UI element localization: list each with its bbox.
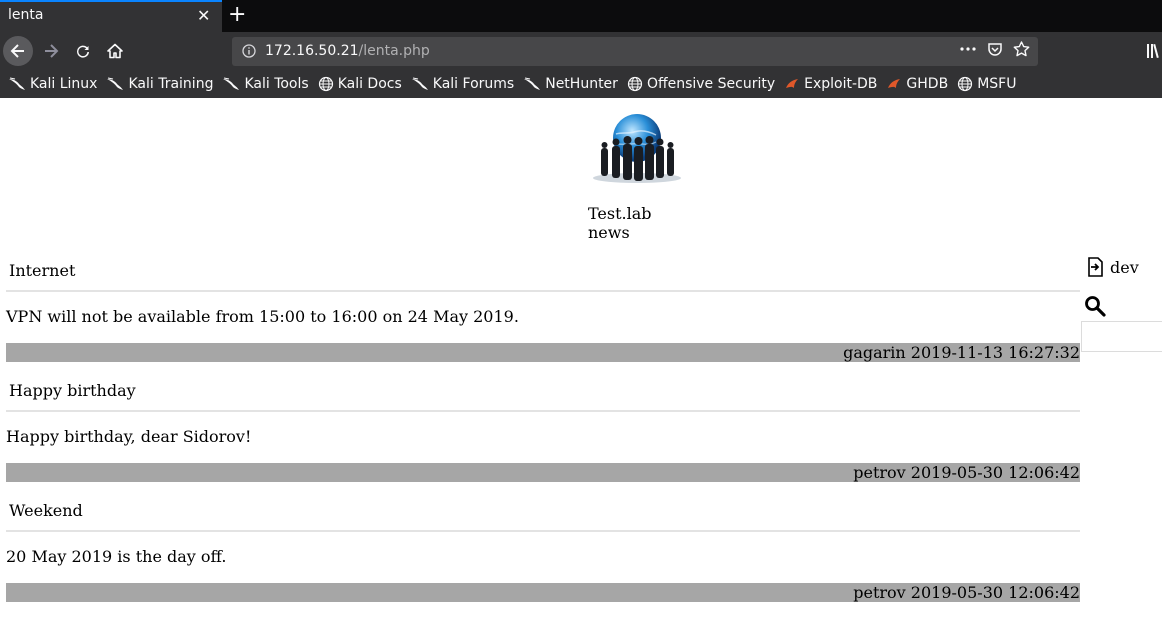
search-input[interactable] [1081, 321, 1162, 352]
kali-dragon-icon [9, 77, 25, 90]
news-item: Internet VPN will not be available from … [6, 258, 1080, 362]
bookmark-label: NetHunter [545, 76, 618, 92]
news-title: Happy birthday [9, 381, 136, 400]
news-item: Weekend 20 May 2019 is the day off. petr… [6, 498, 1080, 602]
bookmark-ghdb[interactable]: GHDB [886, 76, 948, 92]
address-bar[interactable]: 172.16.50.21/lenta.php [232, 37, 1038, 66]
home-icon [107, 43, 123, 59]
news-body: VPN will not be available from 15:00 to … [6, 307, 519, 326]
search-icon[interactable] [1084, 295, 1106, 317]
library-icon[interactable] [1146, 43, 1162, 59]
close-tab-icon[interactable]: ✕ [197, 6, 210, 25]
bookmark-label: Kali Tools [244, 76, 309, 92]
forward-button[interactable] [36, 36, 66, 66]
home-button[interactable] [100, 36, 130, 66]
new-tab-button[interactable]: + [228, 2, 246, 27]
site-logo [588, 108, 687, 184]
arrow-left-icon [10, 44, 24, 58]
reload-button[interactable] [68, 36, 98, 66]
bookmarks-toolbar: Kali Linux Kali Training Kali Tools Kali… [0, 70, 1162, 98]
news-title: Weekend [9, 501, 83, 520]
bookmark-label: MSFU [977, 76, 1017, 92]
bookmark-offensive-security[interactable]: Offensive Security [627, 76, 775, 92]
tab-strip: lenta ✕ + [0, 0, 1162, 32]
login-label: dev [1110, 257, 1139, 277]
kali-dragon-icon [411, 77, 428, 90]
exploitdb-icon [888, 79, 901, 88]
bookmark-label: GHDB [906, 76, 949, 92]
globe-icon [627, 76, 643, 92]
pocket-icon[interactable] [987, 41, 1003, 57]
bookmark-kali-tools[interactable]: Kali Tools [222, 76, 309, 92]
bookmark-label: Exploit-DB [804, 76, 878, 92]
news-divider [6, 530, 1080, 532]
login-link[interactable]: dev [1086, 257, 1139, 277]
kali-dragon-icon [223, 77, 240, 90]
more-actions-icon[interactable] [959, 41, 977, 57]
globe-icon [958, 76, 973, 92]
news-divider [6, 410, 1080, 412]
bookmark-label: Kali Forums [432, 76, 515, 92]
bookmark-nethunter[interactable]: NetHunter [523, 76, 618, 92]
url-path: /lenta.php [358, 43, 430, 59]
bookmark-kali-training[interactable]: Kali Training [106, 76, 213, 92]
bookmark-star-icon[interactable] [1013, 41, 1030, 57]
bookmark-kali-forums[interactable]: Kali Forums [411, 76, 514, 92]
reload-icon [77, 45, 89, 58]
sign-in-icon [1088, 257, 1103, 277]
bookmark-label: Kali Training [128, 76, 214, 92]
news-footer: petrov 2019-05-30 12:06:42 [6, 463, 1080, 482]
news-body: Happy birthday, dear Sidorov! [6, 427, 252, 446]
back-button[interactable] [3, 36, 33, 66]
bookmark-msfu[interactable]: MSFU [957, 76, 1016, 92]
bookmark-label: Offensive Security [646, 76, 776, 92]
tab-lenta[interactable]: lenta ✕ [0, 0, 222, 32]
globe-icon [318, 76, 333, 92]
url-host: 172.16.50.21 [265, 43, 359, 59]
navigation-toolbar: 172.16.50.21/lenta.php [0, 32, 1162, 70]
news-footer: gagarin 2019-11-13 16:27:32 [6, 343, 1080, 362]
site-title: Test.lab news [588, 204, 652, 242]
arrow-right-icon [45, 44, 59, 58]
url-text[interactable]: 172.16.50.21/lenta.php [265, 43, 430, 59]
bookmark-kali-linux[interactable]: Kali Linux [8, 76, 97, 92]
news-body: 20 May 2019 is the day off. [6, 547, 227, 566]
tab-title: lenta [8, 7, 44, 23]
news-title: Internet [9, 261, 76, 280]
bookmark-kali-docs[interactable]: Kali Docs [318, 76, 402, 92]
bookmark-exploit-db[interactable]: Exploit-DB [784, 76, 877, 92]
kali-dragon-icon [524, 77, 541, 90]
news-divider [6, 290, 1080, 292]
kali-dragon-icon [107, 77, 124, 90]
news-item: Happy birthday Happy birthday, dear Sido… [6, 378, 1080, 482]
bookmark-label: Kali Linux [30, 76, 98, 92]
exploitdb-icon [786, 79, 799, 88]
info-icon[interactable] [242, 44, 256, 58]
bookmark-label: Kali Docs [337, 76, 402, 92]
news-footer: petrov 2019-05-30 12:06:42 [6, 583, 1080, 602]
